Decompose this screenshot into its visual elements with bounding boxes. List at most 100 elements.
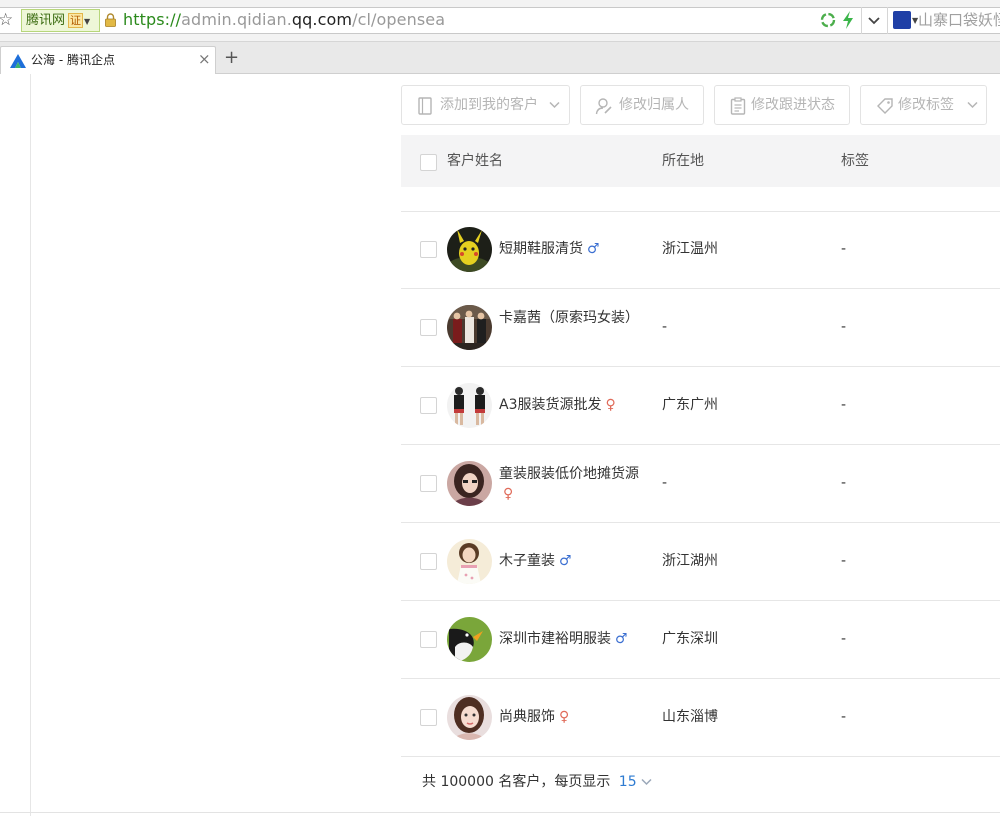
table-row[interactable]: 童装服装低价地摊货源 ♀ - - (401, 445, 1000, 523)
customer-name-text: 尚典服饰 (499, 709, 555, 725)
customer-name[interactable]: 深圳市建裕明服装 ♂ (499, 629, 628, 649)
row-checkbox[interactable] (420, 553, 437, 570)
lock-icon (105, 13, 116, 27)
chevron-down-icon (549, 101, 560, 109)
page-size-value: 15 (618, 774, 637, 790)
customer-name[interactable]: A3服装货源批发 ♀ (499, 395, 616, 415)
page-size-select[interactable]: 15 (619, 774, 652, 790)
change-tag-button[interactable]: 修改标签 (860, 85, 987, 125)
customer-name[interactable]: 短期鞋服清货 ♂ (499, 239, 600, 259)
qidian-logo-icon (10, 54, 26, 68)
divider (861, 7, 862, 34)
certificate-label: 腾讯网 (26, 13, 66, 28)
customer-tag: - (841, 553, 847, 569)
address-field[interactable]: ☆ 腾讯网证 ▼ https://admin.qidian.qq.com/cl/o… (0, 7, 1000, 34)
row-checkbox[interactable] (420, 241, 437, 258)
change-owner-button[interactable]: 修改归属人 (580, 85, 704, 125)
bookmark-star-icon[interactable]: ☆ (0, 10, 16, 30)
customer-name[interactable]: 木子童装 ♂ (499, 551, 572, 571)
customer-location: 广东广州 (662, 397, 718, 413)
avatar[interactable] (447, 305, 492, 350)
customer-name-text: A3服装货源批发 (499, 397, 602, 413)
sidebar-divider (30, 74, 31, 816)
customer-tag: - (841, 241, 847, 257)
search-engine-icon[interactable] (893, 11, 911, 29)
customer-tag: - (841, 397, 847, 413)
table-row[interactable]: 木子童装 ♂ 浙江湖州 - (401, 523, 1000, 601)
certificate-caret-icon: ▼ (84, 17, 91, 26)
row-checkbox[interactable] (420, 319, 437, 336)
avatar[interactable] (447, 695, 492, 740)
certificate-badge[interactable]: 腾讯网证 ▼ (21, 9, 100, 32)
select-all-checkbox[interactable] (420, 154, 437, 171)
row-checkbox[interactable] (420, 709, 437, 726)
avatar[interactable] (447, 227, 492, 272)
gender-male-icon: ♂ (615, 631, 628, 647)
row-checkbox[interactable] (420, 397, 437, 414)
customer-location: 广东深圳 (662, 631, 718, 647)
change-follow-status-button[interactable]: 修改跟进状态 (714, 85, 850, 125)
browser-address-bar: ☆ 腾讯网证 ▼ https://admin.qidian.qq.com/cl/o… (0, 0, 1000, 42)
gender-male-icon: ♂ (587, 241, 600, 257)
pagination-footer: 共 100000 名客户，每页显示 15 (422, 772, 652, 792)
customer-tag: - (841, 475, 847, 491)
lightning-icon[interactable] (841, 10, 855, 30)
customer-count-summary: 共 100000 名客户，每页显示 (422, 774, 611, 790)
table-row[interactable]: 深圳市建裕明服装 ♂ 广东深圳 - (401, 601, 1000, 679)
customer-table-body: 短期鞋服清货 ♂ 浙江温州 - 卡嘉茜（原索玛女装） - - A3服装货源批发 … (401, 211, 1000, 757)
search-input[interactable]: 山寨口袋妖怪 (918, 10, 1000, 30)
table-header: 客户姓名 所在地 标签 (401, 135, 1000, 187)
new-tab-button[interactable]: + (224, 48, 239, 68)
avatar[interactable] (447, 461, 492, 506)
customer-location: - (662, 475, 668, 491)
customer-name-text: 卡嘉茜（原索玛女装） (499, 310, 639, 326)
column-header-tag[interactable]: 标签 (841, 135, 869, 187)
column-header-name[interactable]: 客户姓名 (447, 135, 503, 187)
add-to-my-customers-button[interactable]: 添加到我的客户 (401, 85, 570, 125)
customer-name[interactable]: 童装服装低价地摊货源 ♀ (499, 464, 639, 504)
customer-name-text: 短期鞋服清货 (499, 241, 583, 257)
chevron-down-icon[interactable] (866, 11, 882, 29)
certificate-verified-icon: 证 (68, 13, 84, 28)
avatar[interactable] (447, 539, 492, 584)
customer-name[interactable]: 尚典服饰 ♀ (499, 707, 569, 727)
customer-tag: - (841, 709, 847, 725)
customer-location: 浙江湖州 (662, 553, 718, 569)
table-row[interactable]: 卡嘉茜（原索玛女装） - - (401, 289, 1000, 367)
url-path: /cl/opensea (352, 10, 446, 29)
customer-name-text: 木子童装 (499, 553, 555, 569)
refresh-icon[interactable] (820, 12, 836, 28)
customer-location: 山东淄博 (662, 709, 718, 725)
tab-opensea[interactable]: 公海 - 腾讯企点 × (0, 46, 216, 74)
table-row[interactable]: 短期鞋服清货 ♂ 浙江温州 - (401, 211, 1000, 289)
customer-location: - (662, 319, 668, 335)
customer-location: 浙江温州 (662, 241, 718, 257)
avatar[interactable] (447, 383, 492, 428)
tab-strip: 公海 - 腾讯企点 × + (0, 42, 1000, 74)
row-checkbox[interactable] (420, 631, 437, 648)
customer-name-text: 童装服装低价地摊货源 (499, 466, 639, 482)
url-subdomain: admin.qidian. (181, 10, 292, 29)
column-header-location[interactable]: 所在地 (662, 135, 704, 187)
table-row[interactable]: 尚典服饰 ♀ 山东淄博 - (401, 679, 1000, 757)
add-to-my-customers-label: 添加到我的客户 (440, 97, 538, 113)
tab-title: 公海 - 腾讯企点 (31, 53, 115, 67)
partial-avatar: ~~~~~~ (453, 187, 493, 191)
change-follow-status-label: 修改跟进状态 (751, 97, 835, 113)
table-row[interactable]: A3服装货源批发 ♀ 广东广州 - (401, 367, 1000, 445)
url-text[interactable]: https://admin.qidian.qq.com/cl/opensea (123, 10, 445, 30)
url-scheme: https:// (123, 10, 182, 29)
close-icon[interactable]: × (198, 50, 211, 68)
gender-female-icon: ♀ (503, 486, 514, 502)
customer-name-text: 深圳市建裕明服装 (499, 631, 611, 647)
divider (0, 812, 1000, 813)
clipboard-icon (730, 97, 746, 115)
avatar[interactable] (447, 617, 492, 662)
change-tag-label: 修改标签 (898, 97, 954, 113)
customer-tag: - (841, 319, 847, 335)
row-checkbox[interactable] (420, 475, 437, 492)
divider (887, 7, 888, 34)
gender-female-icon: ♀ (559, 709, 570, 725)
change-owner-label: 修改归属人 (619, 97, 689, 113)
customer-name[interactable]: 卡嘉茜（原索玛女装） (499, 308, 639, 328)
